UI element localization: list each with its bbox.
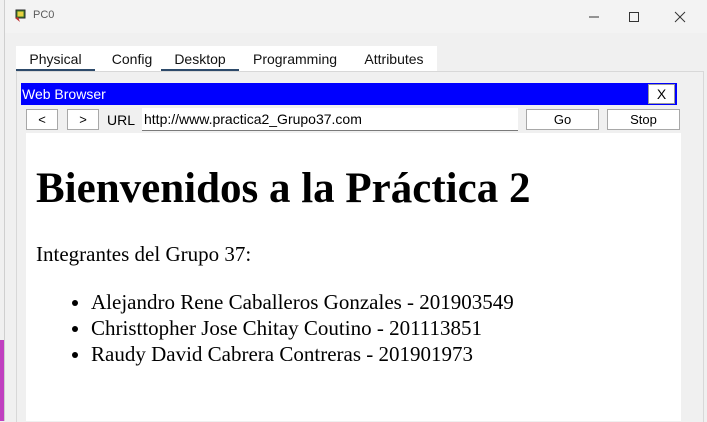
- tab-desktop[interactable]: Desktop: [161, 46, 239, 72]
- page-heading: Bienvenidos a la Práctica 2: [36, 165, 531, 212]
- minimize-button[interactable]: [577, 5, 611, 29]
- group-intro: Integrantes del Grupo 37:: [36, 242, 252, 266]
- go-button[interactable]: Go: [526, 109, 599, 130]
- browser-title-bar: Web Browser: [21, 83, 677, 105]
- minimize-icon: [589, 16, 599, 18]
- close-window-button[interactable]: [663, 5, 697, 29]
- maximize-icon: [629, 12, 639, 22]
- members-list: Alejandro Rene Caballeros Gonzales - 201…: [36, 289, 514, 367]
- title-bar: PC0: [5, 0, 707, 33]
- web-page-viewport: Bienvenidos a la Práctica 2 Integrantes …: [26, 133, 681, 421]
- back-button[interactable]: <: [26, 109, 58, 130]
- list-item: Christtopher Jose Chitay Coutino - 20111…: [91, 315, 514, 341]
- list-item: Raudy David Cabrera Contreras - 20190197…: [91, 341, 514, 367]
- window-title: PC0: [33, 9, 55, 21]
- forward-button[interactable]: >: [67, 109, 99, 130]
- tab-bar: Physical Config Desktop Programming Attr…: [16, 46, 437, 72]
- pc-app-icon: [15, 9, 26, 22]
- tab-attributes[interactable]: Attributes: [355, 46, 433, 71]
- stop-button[interactable]: Stop: [607, 109, 680, 130]
- list-item: Alejandro Rene Caballeros Gonzales - 201…: [91, 289, 514, 315]
- close-icon: [674, 11, 686, 23]
- tab-config[interactable]: Config: [101, 46, 163, 71]
- url-label: URL: [107, 112, 136, 128]
- tab-programming[interactable]: Programming: [245, 46, 345, 71]
- maximize-button[interactable]: [617, 5, 651, 29]
- browser-close-button[interactable]: X: [648, 84, 675, 104]
- tab-physical[interactable]: Physical: [16, 46, 95, 72]
- url-input[interactable]: [142, 108, 518, 131]
